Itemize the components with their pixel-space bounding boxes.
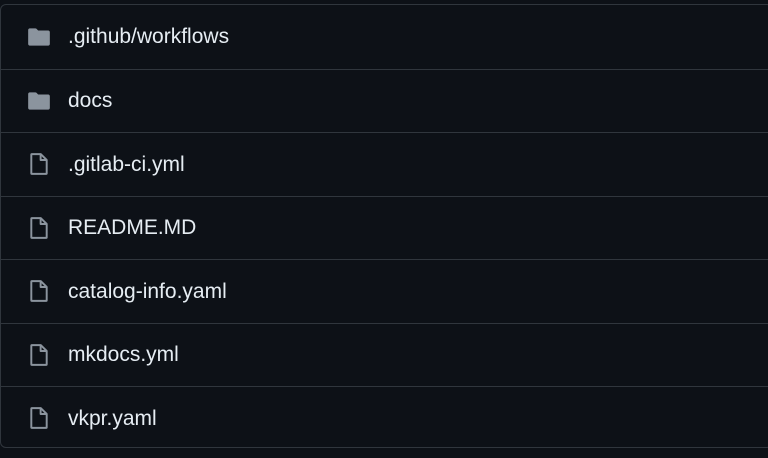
folder-icon: [26, 88, 52, 114]
file-name[interactable]: vkpr.yaml: [68, 408, 157, 429]
file-row-github-workflows[interactable]: .github/workflows: [1, 5, 768, 69]
file-icon: [26, 405, 52, 431]
file-name[interactable]: .gitlab-ci.yml: [68, 154, 185, 175]
file-name[interactable]: docs: [68, 90, 112, 111]
file-row-mkdocs[interactable]: mkdocs.yml: [1, 322, 768, 387]
file-icon: [26, 342, 52, 368]
file-row-docs[interactable]: docs: [1, 68, 768, 133]
file-row-readme[interactable]: README.MD: [1, 195, 768, 260]
file-name[interactable]: catalog-info.yaml: [68, 281, 227, 302]
file-name[interactable]: mkdocs.yml: [68, 344, 179, 365]
file-name[interactable]: .github/workflows: [68, 26, 229, 47]
folder-icon: [26, 24, 52, 50]
file-row-gitlab-ci[interactable]: .gitlab-ci.yml: [1, 132, 768, 196]
file-row-catalog-info[interactable]: catalog-info.yaml: [1, 259, 768, 323]
file-icon: [26, 151, 52, 177]
file-icon: [26, 278, 52, 304]
file-icon: [26, 215, 52, 241]
file-row-vkpr[interactable]: vkpr.yaml: [1, 386, 768, 447]
file-list: .github/workflows docs .gitlab-ci.yml RE…: [0, 4, 768, 448]
file-name[interactable]: README.MD: [68, 217, 196, 238]
